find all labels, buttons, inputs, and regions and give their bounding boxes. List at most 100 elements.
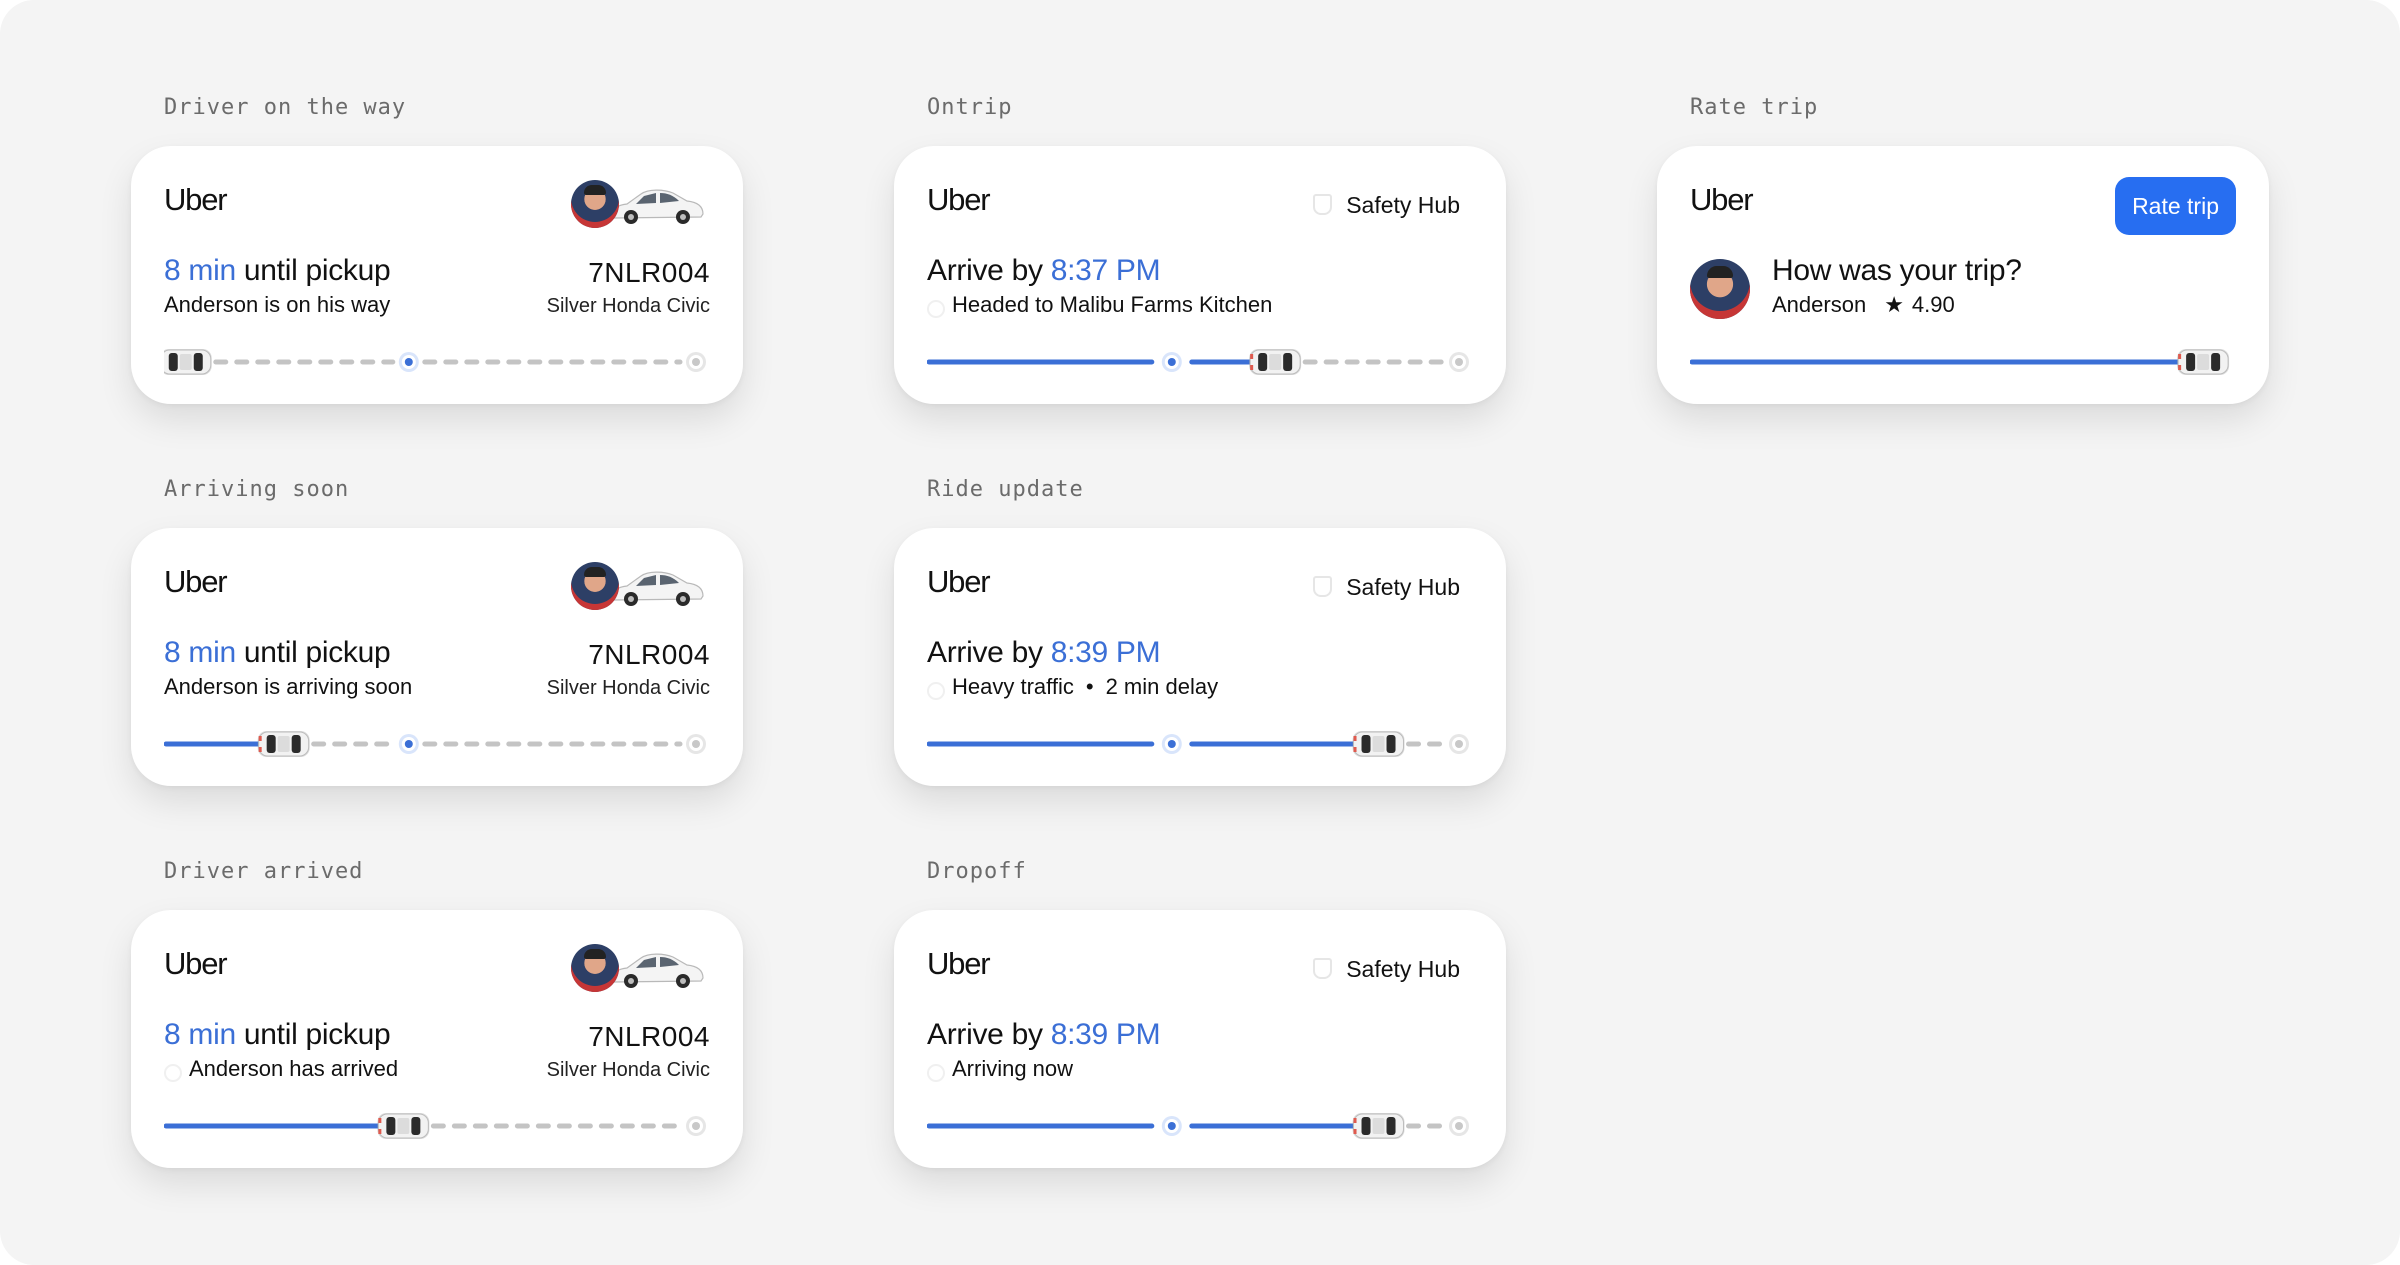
car-marker-icon <box>1352 1113 1405 1139</box>
section-label: Arriving soon <box>164 477 350 502</box>
cell-ontrip: Ontrip Uber Safety Hub Arrive by 8:37 PM… <box>894 93 1506 404</box>
trip-progress <box>164 728 708 760</box>
live-activity-card[interactable]: Uber 8 min until pickup 7NLR004 Anderson… <box>131 910 743 1168</box>
pickup-eta: 8 min until pickup <box>164 254 391 288</box>
destination-stop-icon <box>686 734 706 754</box>
car-icon <box>607 563 707 609</box>
shield-icon <box>1313 958 1333 979</box>
trip-progress <box>927 728 1471 760</box>
driver-avatar <box>571 944 619 992</box>
trip-status: Heavy traffic • 2 min delay <box>952 674 1218 700</box>
arrive-prefix: Arrive by <box>927 636 1051 669</box>
destination-stop-icon <box>1449 1116 1469 1136</box>
safety-hub-label: Safety Hub <box>1346 192 1460 218</box>
star-icon: ★ <box>1884 292 1904 317</box>
license-plate: 7NLR004 <box>588 639 710 670</box>
arrive-time-value: 8:39 PM <box>1050 1018 1161 1051</box>
car-hub <box>628 978 634 984</box>
cell-ride-update: Ride update Uber Safety Hub Arrive by 8:… <box>894 475 1506 786</box>
live-activity-card[interactable]: Uber 8 min until pickup 7NLR004 Anderson… <box>131 528 743 786</box>
driver-status: Anderson is on his way <box>164 292 391 317</box>
driver-avatar <box>571 562 619 610</box>
eta-suffix: until pickup <box>235 1018 391 1051</box>
trip-progress <box>164 346 708 378</box>
license-plate: 7NLR004 <box>588 1021 710 1052</box>
rate-trip-button[interactable]: Rate trip <box>2115 177 2236 235</box>
pickup-stop-icon <box>398 352 419 372</box>
separator-dot: • <box>1085 674 1094 699</box>
car-marker-icon <box>257 731 310 757</box>
rating-question: How was your trip? <box>1772 254 2022 287</box>
status-icon <box>927 1064 945 1082</box>
arrival-time: Arrive by 8:39 PM <box>927 636 1161 670</box>
uber-logo: Uber <box>927 182 991 217</box>
eta-value: 8 min <box>164 1018 236 1051</box>
section-label: Driver on the way <box>164 95 407 120</box>
cell-driver-on-the-way: Driver on the way Uber 8 min until picku… <box>131 93 743 404</box>
shield-icon <box>1313 194 1333 215</box>
canvas: Driver on the way Uber 8 min until picku… <box>0 0 2400 1265</box>
eta-suffix: until pickup <box>235 636 391 669</box>
pickup-stop-icon <box>1161 1116 1182 1136</box>
trip-progress <box>164 1110 708 1142</box>
arrive-prefix: Arrive by <box>927 254 1051 287</box>
car-icon <box>607 945 707 991</box>
car-hub <box>680 978 686 984</box>
eta-suffix: until pickup <box>235 254 391 287</box>
car-marker-icon <box>2177 349 2230 375</box>
driver-car-photo <box>571 940 707 996</box>
arrive-time-value: 8:39 PM <box>1050 636 1161 669</box>
car-model: Silver Honda Civic <box>546 1059 710 1081</box>
rating-value: 4.90 <box>1911 292 1955 317</box>
eta-value: 8 min <box>164 636 236 669</box>
live-activity-card[interactable]: Uber Rate trip How was your trip? Anders… <box>1657 146 2269 404</box>
trip-status: Arriving now <box>952 1056 1074 1081</box>
live-activity-card[interactable]: Uber 8 min until pickup 7NLR004 Anderson… <box>131 146 743 404</box>
driver-avatar <box>571 180 619 228</box>
live-activity-card[interactable]: Uber Safety Hub Arrive by 8:37 PM Headed… <box>894 146 1506 404</box>
trip-progress <box>927 346 1471 378</box>
section-label: Rate trip <box>1690 95 1819 120</box>
shield-icon <box>1313 576 1333 597</box>
car-model: Silver Honda Civic <box>546 677 710 699</box>
uber-logo: Uber <box>164 182 228 217</box>
car-model: Silver Honda Civic <box>546 295 710 317</box>
safety-hub-label: Safety Hub <box>1346 956 1460 982</box>
driver-avatar <box>1690 259 1750 319</box>
pickup-eta: 8 min until pickup <box>164 636 391 670</box>
traffic-icon <box>927 682 945 700</box>
status-icon <box>164 1064 182 1082</box>
traffic-status: Heavy traffic <box>952 674 1074 699</box>
destination-stop-icon <box>1449 734 1469 754</box>
car-hub <box>628 214 634 220</box>
safety-hub-button[interactable]: Safety Hub <box>1313 192 1460 219</box>
safety-hub-button[interactable]: Safety Hub <box>1313 956 1460 983</box>
trip-progress <box>927 1110 1471 1142</box>
arrive-prefix: Arrive by <box>927 1018 1051 1051</box>
car-hub <box>628 596 634 602</box>
section-label: Ride update <box>927 477 1084 502</box>
live-activity-card[interactable]: Uber Safety Hub Arrive by 8:39 PM Arrivi… <box>894 910 1506 1168</box>
destination-stop-icon <box>686 352 706 372</box>
cell-rate-trip: Rate trip Uber Rate trip How was your tr… <box>1657 93 2269 404</box>
uber-logo: Uber <box>927 564 991 599</box>
driver-rating: Anderson ★ 4.90 <box>1772 292 1955 318</box>
uber-logo: Uber <box>927 946 991 981</box>
pickup-eta: 8 min until pickup <box>164 1018 391 1052</box>
uber-logo: Uber <box>1690 182 1754 217</box>
trip-status: Headed to Malibu Farms Kitchen <box>952 292 1273 317</box>
arrival-time: Arrive by 8:39 PM <box>927 1018 1161 1052</box>
live-activity-card[interactable]: Uber Safety Hub Arrive by 8:39 PM Heavy … <box>894 528 1506 786</box>
driver-car-photo <box>571 176 707 232</box>
car-hub <box>680 596 686 602</box>
driver-status: Anderson is arriving soon <box>164 674 413 699</box>
safety-hub-button[interactable]: Safety Hub <box>1313 574 1460 601</box>
section-label: Driver arrived <box>164 859 364 884</box>
car-icon <box>607 181 707 227</box>
driver-car-photo <box>571 558 707 614</box>
uber-logo: Uber <box>164 564 228 599</box>
eta-value: 8 min <box>164 254 236 287</box>
license-plate: 7NLR004 <box>588 257 710 288</box>
safety-hub-label: Safety Hub <box>1346 574 1460 600</box>
car-marker-icon <box>164 349 212 375</box>
